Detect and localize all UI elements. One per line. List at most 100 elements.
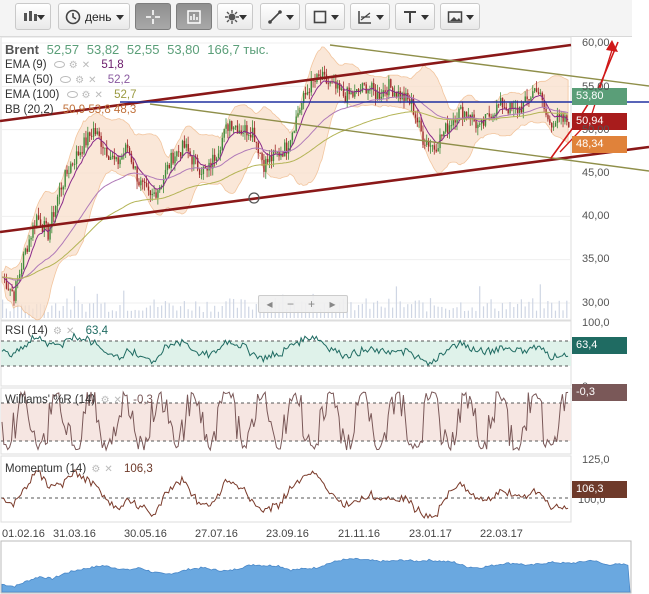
close-icon[interactable]: ✕ xyxy=(66,326,74,337)
volume-bar xyxy=(566,300,568,318)
candle-body xyxy=(11,289,13,292)
candle-body xyxy=(115,157,117,160)
candle-body xyxy=(215,158,218,161)
volume-bar xyxy=(350,302,352,318)
candle-body xyxy=(524,96,526,102)
low-price-tag: 48,34 xyxy=(572,136,627,153)
volume-bar xyxy=(539,284,541,318)
ohlc-high: 53,82 xyxy=(86,42,120,57)
eye-icon[interactable] xyxy=(53,60,65,68)
gear-icon[interactable]: ⚙ xyxy=(53,326,62,337)
candle-body xyxy=(96,131,99,135)
candle-body xyxy=(187,144,189,152)
candle-body xyxy=(382,90,384,97)
close-icon[interactable]: ✕ xyxy=(104,464,112,475)
ema9-value: 51,8 xyxy=(101,59,124,71)
volume-bar xyxy=(251,309,254,318)
volume-bar xyxy=(47,311,49,318)
candle-body xyxy=(164,170,167,179)
ema50-value: 52,2 xyxy=(107,74,131,86)
candle-body xyxy=(248,134,250,136)
volume-bar xyxy=(236,307,238,318)
gear-icon[interactable]: ⚙ xyxy=(91,464,100,475)
symbol-name: Brent xyxy=(5,42,39,57)
candle-body xyxy=(465,111,468,116)
candle-body xyxy=(441,134,443,137)
volume-bar xyxy=(153,299,155,318)
volume-bar xyxy=(384,307,386,318)
eye-icon[interactable] xyxy=(66,90,78,98)
candle-body xyxy=(134,166,136,169)
candle-body xyxy=(132,162,135,169)
candle-body xyxy=(58,187,61,197)
volume-bar xyxy=(505,309,507,318)
volume-bar xyxy=(410,304,413,318)
candle-body xyxy=(537,92,540,94)
candle-body xyxy=(554,122,557,127)
volume-bar xyxy=(365,298,367,318)
candle-body xyxy=(30,237,32,240)
zoom-in-button[interactable]: + xyxy=(301,296,322,312)
close-icon[interactable]: ✕ xyxy=(95,90,103,101)
price-tick: 60,00 xyxy=(582,37,610,49)
close-icon[interactable]: ✕ xyxy=(114,395,122,406)
momentum-tag: 106,3 xyxy=(572,481,627,498)
candle-body xyxy=(19,274,21,279)
candle-body xyxy=(108,156,110,160)
candle-body xyxy=(231,121,233,130)
rsi-legend: RSI (14) ⚙ ✕ 63,4 xyxy=(5,325,108,337)
candle-body xyxy=(376,92,379,99)
volume-bar xyxy=(73,286,76,318)
candle-body xyxy=(532,91,534,98)
candle-body xyxy=(149,190,152,196)
candle-body xyxy=(113,155,116,160)
date-tick: 27.07.16 xyxy=(195,528,238,540)
volume-bar xyxy=(486,303,488,318)
gear-icon[interactable]: ⚙ xyxy=(75,75,84,86)
candle-body xyxy=(390,79,392,88)
candle-body xyxy=(399,91,401,100)
candle-body xyxy=(104,147,106,149)
scroll-left-button[interactable]: ◂ xyxy=(259,296,280,312)
gear-icon[interactable]: ⚙ xyxy=(69,60,78,71)
volume-bar xyxy=(232,298,235,318)
candle-body xyxy=(395,92,398,98)
candle-body xyxy=(87,132,89,146)
close-icon[interactable]: ✕ xyxy=(82,60,90,71)
candle-body xyxy=(183,140,186,148)
volume-bar xyxy=(558,300,560,318)
candle-body xyxy=(232,127,235,130)
price-tick: 40,00 xyxy=(582,210,610,222)
close-icon[interactable]: ✕ xyxy=(88,75,96,86)
volume-bar xyxy=(51,305,53,318)
price-tick: 45,00 xyxy=(582,167,610,179)
gear-icon[interactable]: ⚙ xyxy=(82,90,91,101)
volume-bar xyxy=(418,300,420,318)
candle-body xyxy=(486,113,489,115)
scroll-right-button[interactable]: ▸ xyxy=(322,296,343,312)
candle-body xyxy=(179,152,182,157)
gear-icon[interactable]: ⚙ xyxy=(101,395,110,406)
candle-body xyxy=(479,123,481,125)
volume-bar xyxy=(373,302,375,318)
eye-icon[interactable] xyxy=(60,75,72,83)
volume-bar xyxy=(437,306,439,318)
zoom-out-button[interactable]: − xyxy=(280,296,301,312)
candle-body xyxy=(293,131,295,133)
volume-bar xyxy=(221,305,223,318)
candle-body xyxy=(15,281,17,301)
candle-body xyxy=(458,108,460,119)
candle-body xyxy=(145,183,148,187)
candle-body xyxy=(551,122,553,128)
volume-value: 166,7 тыс. xyxy=(207,42,269,57)
symbol-legend: Brent 52,57 53,82 52,55 53,80 166,7 тыс. xyxy=(5,42,269,57)
volume-bar xyxy=(123,290,125,318)
candle-body xyxy=(477,124,479,129)
candle-body xyxy=(261,153,263,160)
candle-body xyxy=(7,288,10,290)
candle-body xyxy=(144,181,146,184)
candle-body xyxy=(75,151,78,164)
bb-label: BB (20,2) xyxy=(5,104,54,116)
rsi-label: RSI (14) xyxy=(5,325,48,337)
candle-body xyxy=(117,157,119,165)
